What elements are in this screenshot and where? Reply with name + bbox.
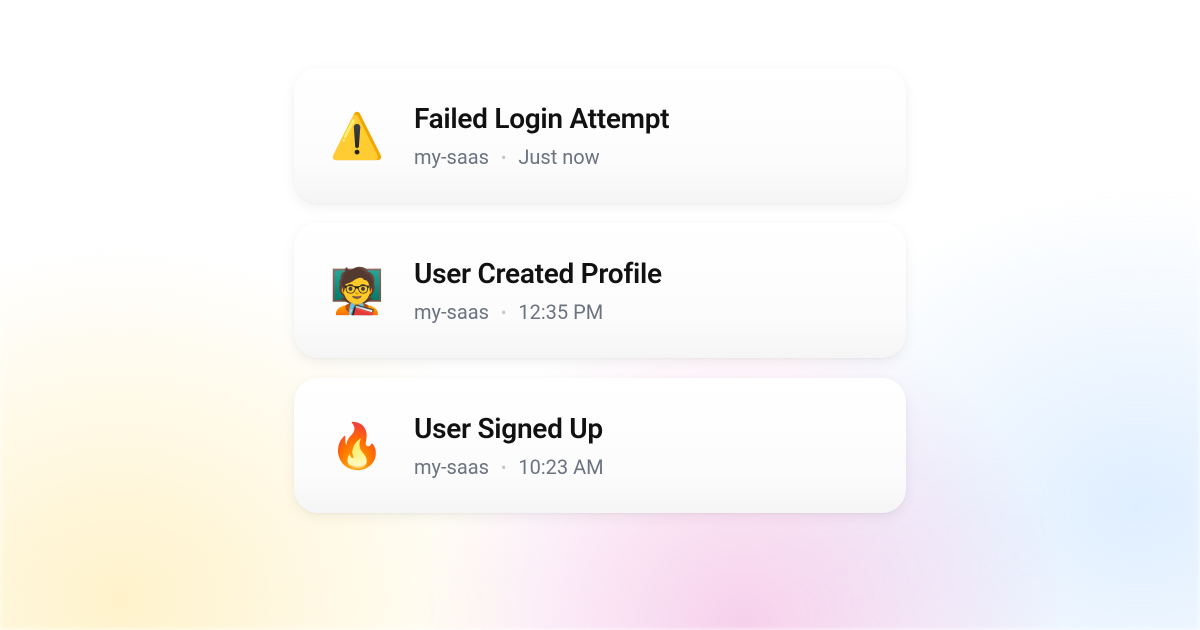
event-title: User Signed Up — [414, 412, 604, 445]
meta-separator: • — [501, 458, 506, 477]
event-source: my-saas — [414, 145, 489, 169]
warning-icon: ⚠️ — [330, 109, 384, 163]
meta-separator: • — [501, 303, 506, 322]
meta-separator: • — [501, 148, 506, 167]
event-card-body: Failed Login Attempt my-saas • Just now — [414, 102, 669, 169]
event-meta: my-saas • 12:35 PM — [414, 300, 662, 324]
fire-icon: 🔥 — [330, 419, 384, 473]
event-card-body: User Signed Up my-saas • 10:23 AM — [414, 412, 604, 479]
event-meta: my-saas • 10:23 AM — [414, 455, 604, 479]
event-time: 12:35 PM — [518, 300, 603, 324]
event-time: Just now — [518, 145, 599, 169]
event-time: 10:23 AM — [518, 455, 603, 479]
event-title: User Created Profile — [414, 257, 662, 290]
event-source: my-saas — [414, 300, 489, 324]
event-card-body: User Created Profile my-saas • 12:35 PM — [414, 257, 662, 324]
event-card[interactable]: 🧑‍🏫 User Created Profile my-saas • 12:35… — [294, 223, 906, 358]
event-source: my-saas — [414, 455, 489, 479]
event-card[interactable]: ⚠️ Failed Login Attempt my-saas • Just n… — [294, 68, 906, 203]
event-meta: my-saas • Just now — [414, 145, 669, 169]
teacher-icon: 🧑‍🏫 — [330, 264, 384, 318]
event-card[interactable]: 🔥 User Signed Up my-saas • 10:23 AM — [294, 378, 906, 513]
event-title: Failed Login Attempt — [414, 102, 669, 135]
event-card-list: ⚠️ Failed Login Attempt my-saas • Just n… — [294, 68, 906, 513]
